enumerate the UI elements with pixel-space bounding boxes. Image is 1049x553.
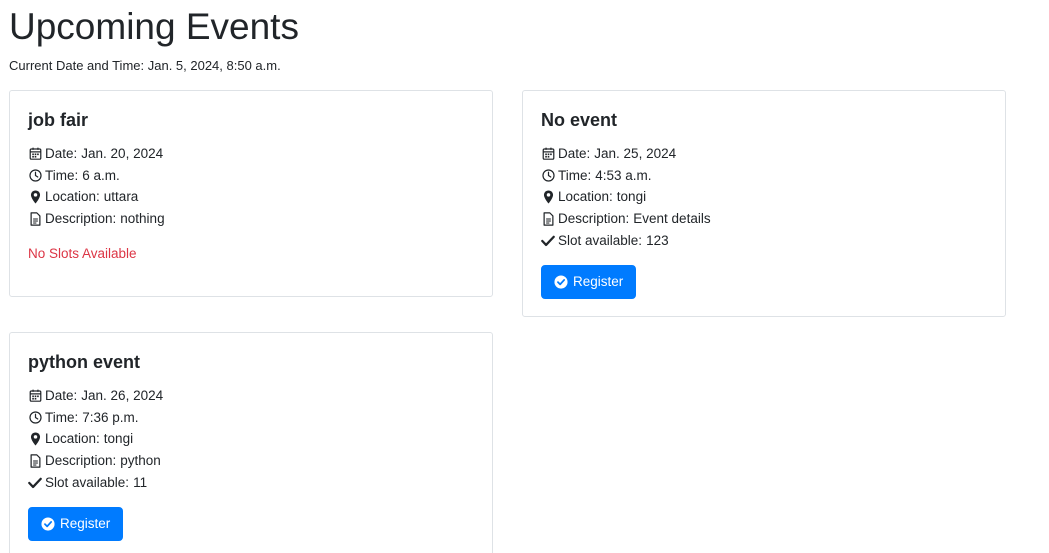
current-datetime: Current Date and Time: Jan. 5, 2024, 8:5…	[9, 58, 281, 73]
description-label: Description:	[558, 211, 630, 227]
event-location: uttara	[103, 189, 139, 205]
location-label: Location:	[45, 431, 100, 447]
map-marker-icon	[28, 432, 42, 446]
event-time: 4:53 a.m.	[595, 167, 652, 183]
event-title: No event	[541, 110, 618, 130]
date-label: Date:	[45, 146, 78, 161]
clock-icon	[28, 169, 42, 183]
check-circle-icon	[554, 274, 568, 289]
file-text-icon	[28, 454, 42, 468]
map-marker-icon	[541, 190, 555, 204]
event-time-row: Time: 4:53 a.m.	[541, 165, 987, 187]
event-description: Event details	[633, 211, 711, 227]
event-card: python event Date: Jan. 26, 2024 Time: 7…	[9, 332, 493, 553]
event-date: Jan. 26, 2024	[81, 388, 164, 403]
event-description-row: Description: Event details	[541, 208, 987, 230]
event-card: No event Date: Jan. 25, 2024 Time: 4:53 …	[522, 90, 1006, 317]
event-description: nothing	[120, 211, 165, 227]
event-title: job fair	[28, 110, 89, 130]
calendar-icon	[28, 389, 42, 403]
event-date-row: Date: Jan. 20, 2024	[28, 143, 474, 165]
register-button[interactable]: Register	[28, 506, 124, 541]
check-icon	[28, 476, 42, 490]
calendar-icon	[28, 147, 42, 161]
event-date: Jan. 25, 2024	[594, 146, 677, 161]
event-date-row: Date: Jan. 26, 2024	[28, 385, 474, 407]
clock-icon	[28, 411, 42, 425]
date-label: Date:	[558, 146, 591, 161]
time-label: Time:	[45, 167, 79, 183]
event-location-row: Location: tongi	[28, 428, 474, 450]
event-location-row: Location: uttara	[28, 186, 474, 208]
map-marker-icon	[28, 190, 42, 204]
calendar-icon	[541, 147, 555, 161]
event-slots-row: Slot available: 123	[541, 230, 987, 252]
event-location: tongi	[616, 189, 647, 205]
event-title: python event	[28, 352, 141, 372]
time-label: Time:	[45, 409, 79, 425]
event-time-row: Time: 6 a.m.	[28, 165, 474, 187]
time-label: Time:	[558, 167, 592, 183]
register-label: Register	[60, 516, 111, 532]
event-time: 7:36 p.m.	[82, 409, 139, 425]
page-title: Upcoming Events	[9, 6, 299, 47]
description-label: Description:	[45, 453, 117, 469]
event-date-row: Date: Jan. 25, 2024	[541, 143, 987, 165]
event-location-row: Location: tongi	[541, 186, 987, 208]
event-location: tongi	[103, 431, 134, 447]
event-card: job fair Date: Jan. 20, 2024 Time: 6 a.m…	[9, 90, 493, 297]
register-label: Register	[573, 274, 624, 290]
register-button[interactable]: Register	[541, 264, 637, 299]
no-slots-message: No Slots Available	[28, 245, 137, 261]
description-label: Description:	[45, 211, 117, 227]
event-description-row: Description: nothing	[28, 208, 474, 230]
file-text-icon	[28, 212, 42, 226]
clock-icon	[541, 169, 555, 183]
check-icon	[541, 234, 555, 248]
event-slots: 123	[646, 232, 669, 248]
file-text-icon	[541, 212, 555, 226]
location-label: Location:	[45, 189, 100, 205]
event-time-row: Time: 7:36 p.m.	[28, 407, 474, 429]
events-page: Upcoming Events Current Date and Time: J…	[0, 0, 1049, 553]
location-label: Location:	[558, 189, 613, 205]
event-description-row: Description: python	[28, 450, 474, 472]
event-slots-row: Slot available: 11	[28, 472, 474, 494]
event-description: python	[120, 453, 161, 469]
slot-label: Slot available:	[45, 474, 130, 490]
date-label: Date:	[45, 388, 78, 403]
event-date: Jan. 20, 2024	[81, 146, 164, 161]
event-slots: 11	[133, 474, 148, 490]
event-time: 6 a.m.	[82, 167, 120, 183]
slot-label: Slot available:	[558, 232, 643, 248]
check-circle-icon	[41, 516, 55, 531]
